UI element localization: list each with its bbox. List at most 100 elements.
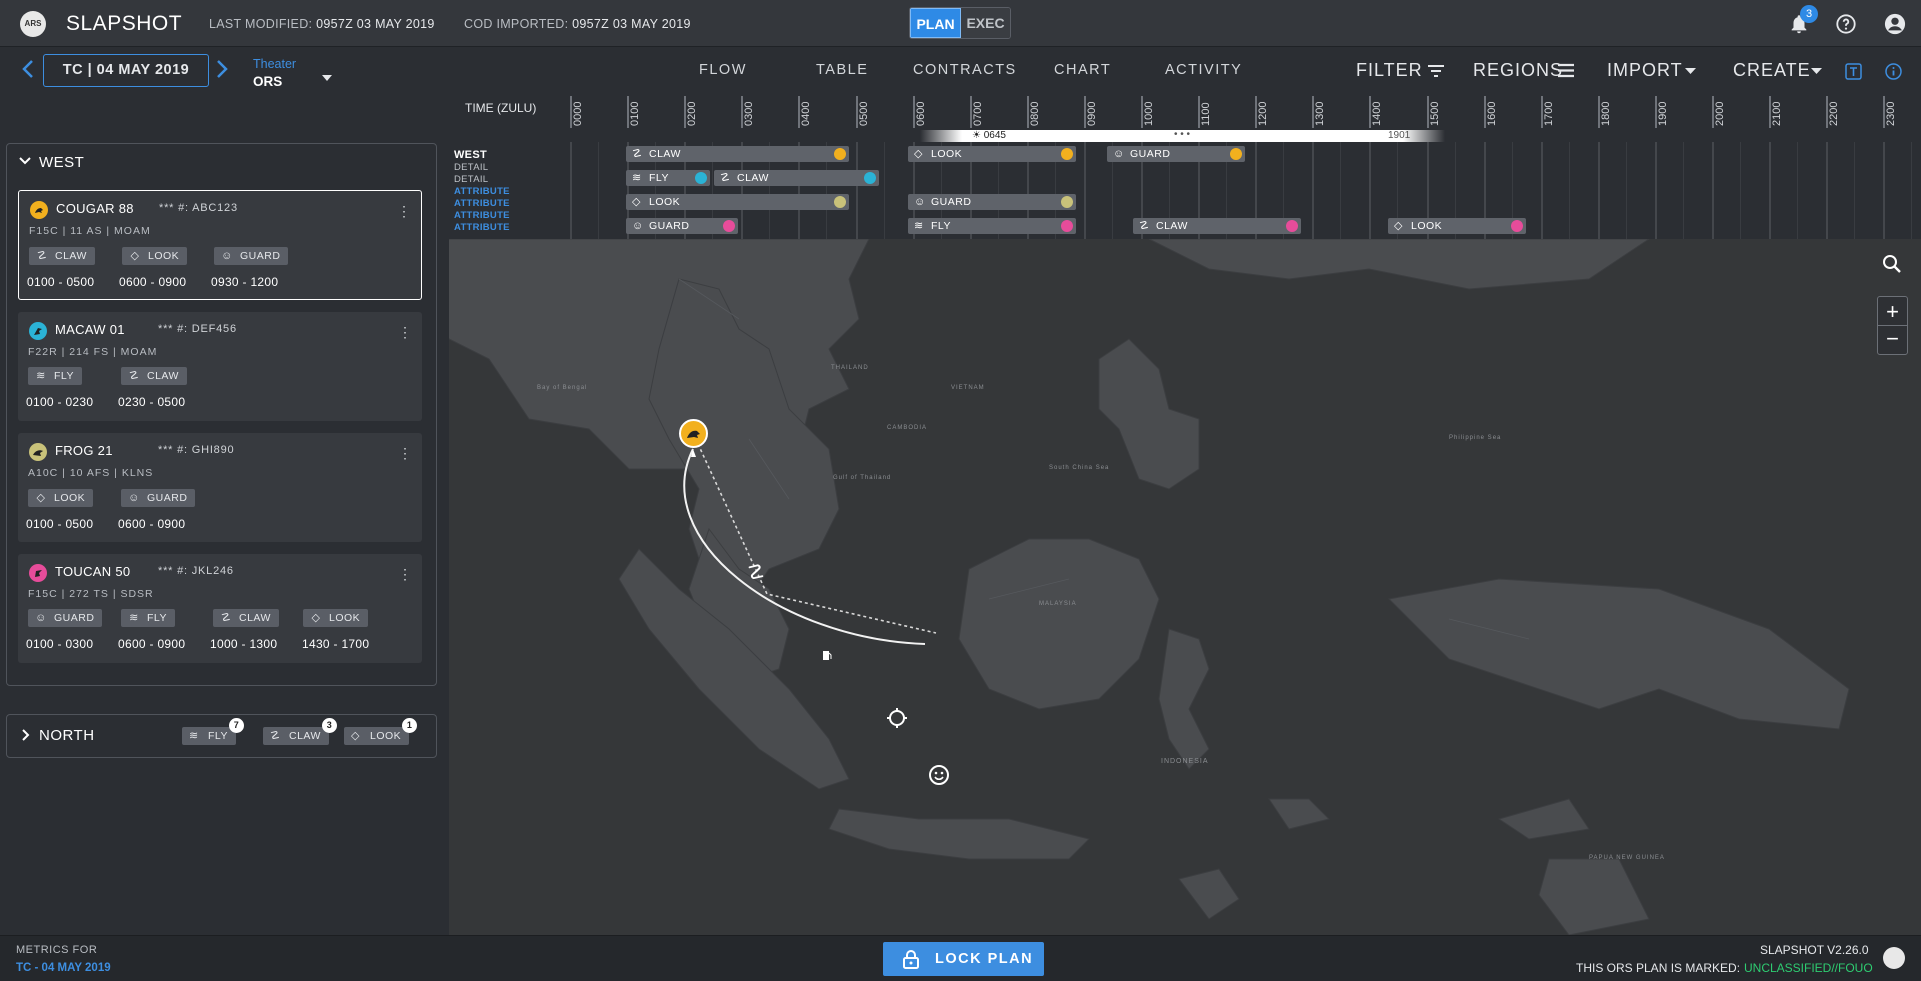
unit-card-frog[interactable]: FROG 21 *** #: GHI890 A10C | 10 AFS | KL… xyxy=(18,433,422,542)
date-selector[interactable]: TC | 04 MAY 2019 xyxy=(43,54,209,87)
help-icon[interactable] xyxy=(1835,13,1857,35)
tab-chart[interactable]: CHART xyxy=(1054,62,1111,78)
guard-waypoint-icon[interactable] xyxy=(928,764,950,786)
hour-tick xyxy=(1369,96,1371,128)
north-fly-chip[interactable]: ≋ FLY 7 xyxy=(182,718,244,745)
daylight-handle-icon[interactable]: • • • xyxy=(1174,129,1190,140)
exec-mode-button[interactable]: EXEC xyxy=(961,8,1010,38)
plan-mode-button[interactable]: PLAN xyxy=(910,8,961,38)
unit-card-cougar[interactable]: COUGAR 88 *** #: ABC123 F15C | 11 AS | M… xyxy=(18,190,422,300)
chip-label: LOOK xyxy=(54,492,86,504)
unit-card-toucan[interactable]: TOUCAN 50 *** #: JKL246 F15C | 272 TS | … xyxy=(18,554,422,663)
create-button[interactable]: CREATE xyxy=(1733,60,1811,81)
timeline-bar-guard[interactable]: ☺ GUARD xyxy=(1107,146,1245,162)
timeline-bar-claw[interactable]: ☡ CLAW xyxy=(1133,218,1301,234)
more-options-icon[interactable]: ⋮ xyxy=(398,324,412,341)
timeline-bar-fly[interactable]: ≋ FLY xyxy=(626,170,710,186)
app-logo[interactable]: ARS xyxy=(20,11,46,37)
more-options-icon[interactable]: ⋮ xyxy=(398,445,412,462)
row-label: ATTRIBUTE xyxy=(454,186,510,197)
timeline-bar-fly[interactable]: ≋ FLY xyxy=(908,218,1076,234)
timeline-bar-guard[interactable]: ☺ GUARD xyxy=(626,218,738,234)
notification-badge: 3 xyxy=(1800,5,1818,23)
zoom-in-button[interactable]: + xyxy=(1878,297,1907,326)
macaw-avatar-icon xyxy=(695,172,707,184)
look-chip[interactable]: ◇ LOOK xyxy=(303,609,369,627)
tab-flow[interactable]: FLOW xyxy=(699,62,747,78)
list-icon[interactable] xyxy=(1558,63,1574,78)
fly-chip[interactable]: ≋ FLY xyxy=(28,367,82,385)
hour-tick xyxy=(1198,96,1200,128)
timeline-bar-look[interactable]: ◇ LOOK xyxy=(626,194,849,210)
fly-icon: ≋ xyxy=(129,612,139,624)
zoom-controls: + − xyxy=(1877,296,1908,355)
cougar-map-marker-icon[interactable] xyxy=(679,419,708,448)
chevron-down-icon[interactable] xyxy=(19,157,31,165)
look-waypoint-icon[interactable] xyxy=(886,707,908,729)
more-options-icon[interactable]: ⋮ xyxy=(397,203,411,220)
hour-tick-label: 1300 xyxy=(1314,101,1326,126)
north-look-chip[interactable]: ◇ LOOK 1 xyxy=(344,718,418,745)
region-title[interactable]: WEST xyxy=(39,154,84,171)
guard-chip[interactable]: ☺ GUARD xyxy=(214,247,289,265)
frog-avatar-icon xyxy=(1061,196,1073,208)
import-dropdown-icon[interactable] xyxy=(1685,68,1696,75)
fuel-waypoint-icon[interactable] xyxy=(821,649,833,661)
guard-chip[interactable]: ☺ GUARD xyxy=(28,609,103,627)
timeline-bar-claw[interactable]: ☡ CLAW xyxy=(714,170,879,186)
filter-icon[interactable] xyxy=(1427,64,1445,78)
map-search-icon[interactable] xyxy=(1882,254,1902,274)
zoom-out-button[interactable]: − xyxy=(1878,326,1907,354)
north-claw-chip[interactable]: ☡ CLAW 3 xyxy=(263,718,337,745)
guard-icon: ☺ xyxy=(35,612,47,624)
tab-table[interactable]: TABLE xyxy=(816,62,868,78)
unit-card-macaw[interactable]: MACAW 01 *** #: DEF456 F22R | 214 FS | M… xyxy=(18,312,422,421)
claw-chip[interactable]: ☡ CLAW xyxy=(29,247,95,265)
chip-label: LOOK xyxy=(148,250,180,262)
create-dropdown-icon[interactable] xyxy=(1811,68,1822,75)
grid-line-minor xyxy=(1797,142,1798,239)
last-modified-value: 0957Z 03 MAY 2019 xyxy=(316,17,435,31)
import-button[interactable]: IMPORT xyxy=(1607,60,1683,81)
frog-avatar-icon xyxy=(29,443,47,461)
timeline-bar-look[interactable]: ◇ LOOK xyxy=(1388,218,1526,234)
timeline-bar-look[interactable]: ◇ LOOK xyxy=(908,146,1076,162)
hour-tick-label: 1900 xyxy=(1657,101,1669,126)
grid-line xyxy=(1312,142,1314,239)
next-day-button[interactable] xyxy=(215,58,229,80)
info-icon[interactable] xyxy=(1885,63,1902,80)
unit-id: *** #: JKL246 xyxy=(158,565,234,577)
tab-activity[interactable]: ACTIVITY xyxy=(1165,62,1242,78)
timeline-bar-claw[interactable]: ☡ CLAW xyxy=(626,146,849,162)
prev-day-button[interactable] xyxy=(21,58,35,80)
claw-waypoint-icon[interactable]: ☡ xyxy=(747,560,765,585)
chip-label: CLAW xyxy=(239,612,271,624)
bar-label: GUARD xyxy=(931,196,972,208)
look-chip[interactable]: ◇ LOOK xyxy=(28,489,94,507)
grid-line xyxy=(1541,142,1543,239)
text-toggle-icon[interactable] xyxy=(1845,63,1862,80)
more-options-icon[interactable]: ⋮ xyxy=(398,566,412,583)
fly-icon: ≋ xyxy=(189,730,199,742)
count-badge: 3 xyxy=(321,718,337,733)
bar-label: LOOK xyxy=(649,196,681,208)
hour-tick-label: 0100 xyxy=(629,101,641,126)
timeline-bar-guard[interactable]: ☺ GUARD xyxy=(908,194,1076,210)
account-icon[interactable] xyxy=(1884,13,1906,35)
claw-chip[interactable]: ☡ CLAW xyxy=(213,609,279,627)
filter-button[interactable]: FILTER xyxy=(1356,60,1423,81)
regions-button[interactable]: REGIONS xyxy=(1473,60,1563,81)
theater-dropdown-icon[interactable] xyxy=(321,74,333,82)
bar-label: GUARD xyxy=(649,220,690,232)
claw-chip[interactable]: ☡ CLAW xyxy=(121,367,187,385)
map-view[interactable]: THAILAND CAMBODIA VIETNAM MALAYSIA INDON… xyxy=(449,239,1921,935)
fly-chip[interactable]: ≋ FLY xyxy=(121,609,175,627)
region-title[interactable]: NORTH xyxy=(39,727,95,744)
guard-chip[interactable]: ☺ GUARD xyxy=(121,489,196,507)
chevron-right-icon[interactable] xyxy=(22,729,30,741)
tab-contracts[interactable]: CONTRACTS xyxy=(913,62,1017,78)
grid-line xyxy=(856,142,858,239)
metrics-date[interactable]: TC - 04 MAY 2019 xyxy=(16,962,111,974)
look-chip[interactable]: ◇ LOOK xyxy=(122,247,188,265)
theater-select[interactable]: ORS xyxy=(253,74,282,89)
